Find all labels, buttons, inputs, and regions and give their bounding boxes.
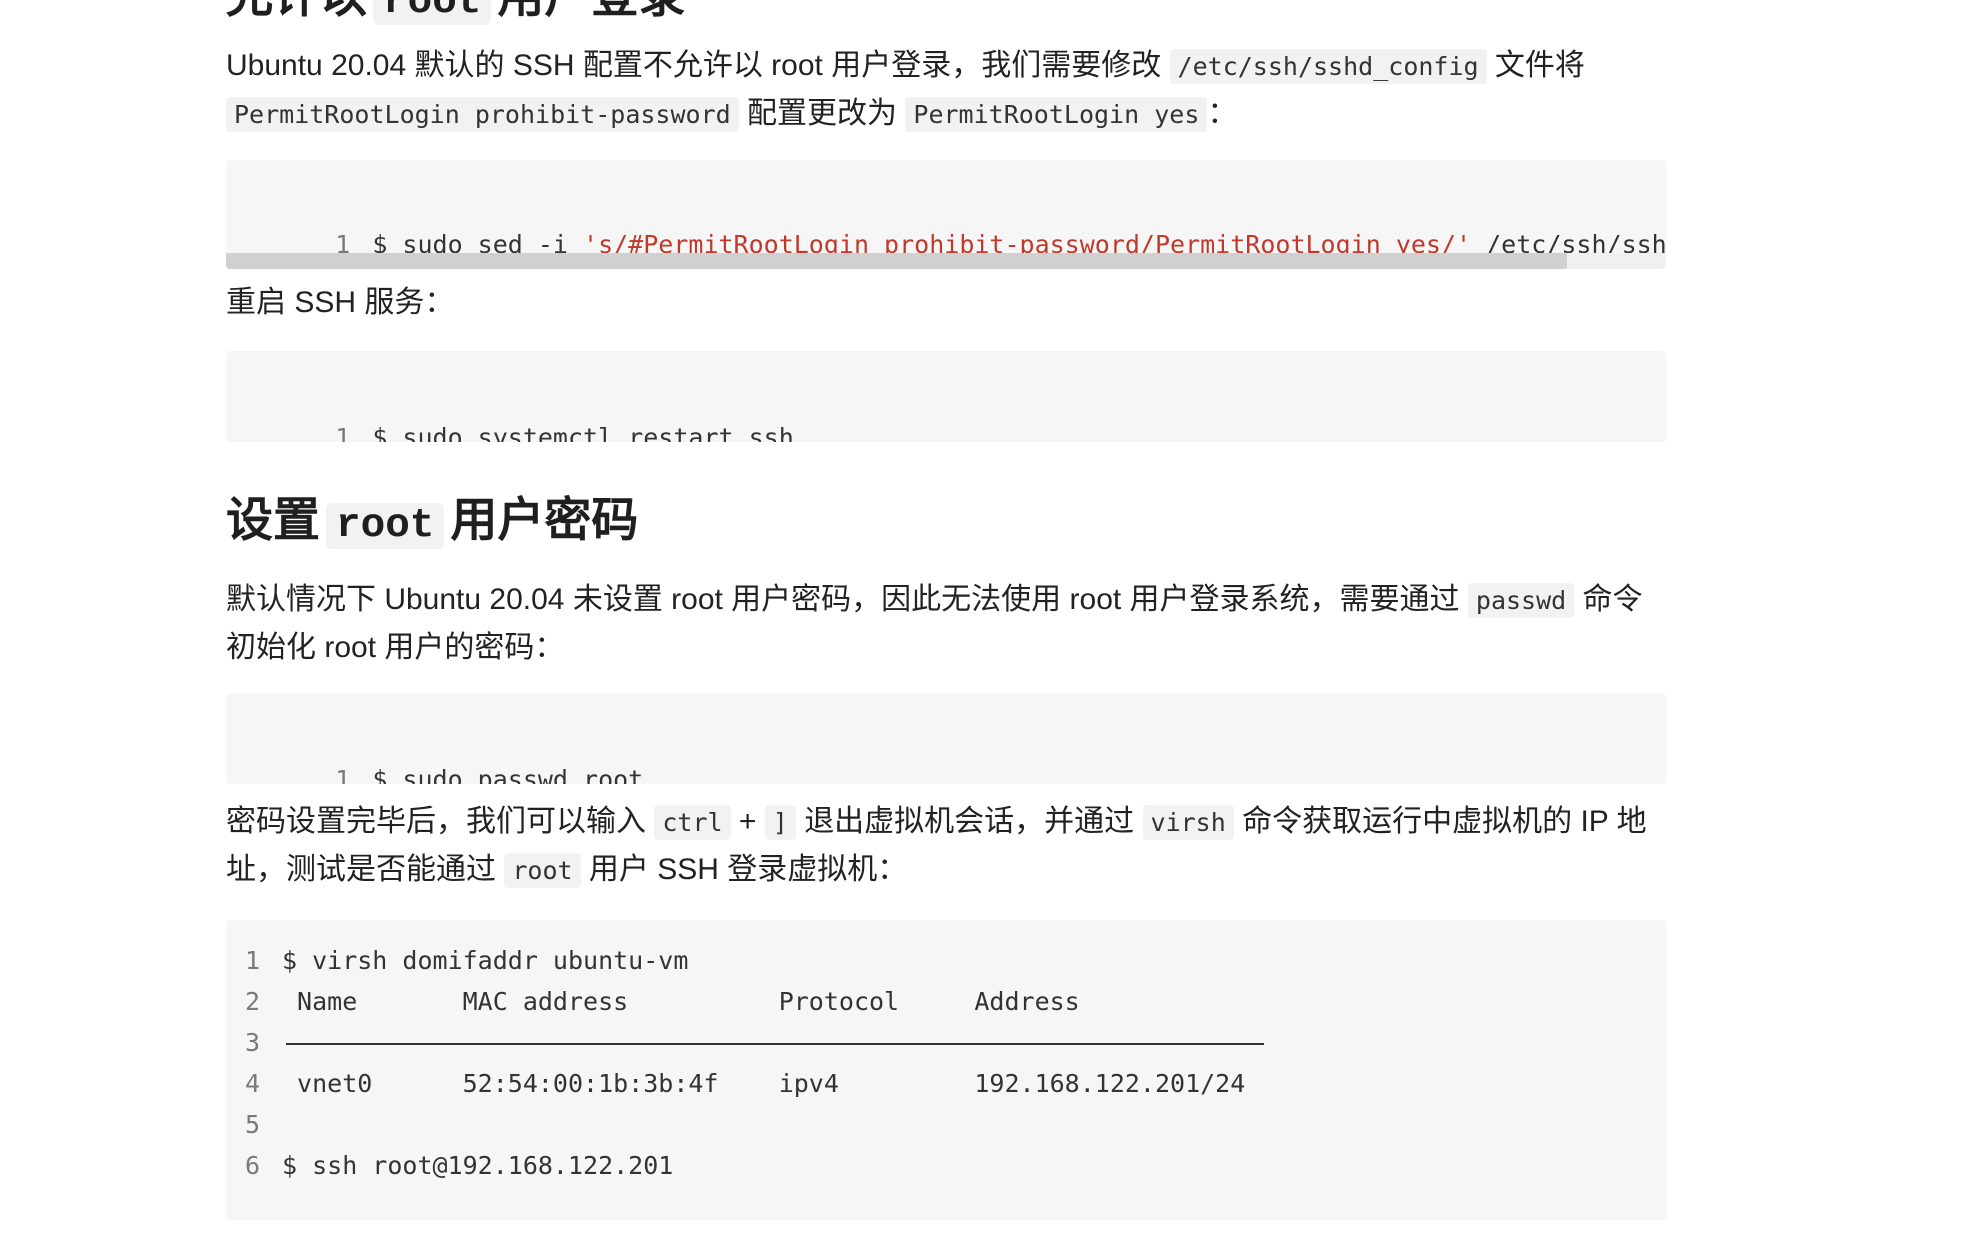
line-number: 1 — [244, 946, 260, 975]
line-number: 1 — [335, 765, 351, 784]
paragraph-text: 重启 SSH 服务： — [226, 286, 455, 319]
paragraph-restart-ssh: 重启 SSH 服务： — [226, 279, 1666, 326]
code-line: 1 $ sudo sed -i 's/#PermitRootLogin prohi… — [226, 183, 1666, 259]
heading-text: 用户登录 — [497, 0, 685, 24]
line-number: 6 — [244, 1151, 260, 1180]
paragraph-text: 密码设置完毕后，我们可以输入 — [226, 805, 646, 838]
paragraph-passwd: 默认情况下 Ubuntu 20.04 未设置 root 用户密码，因此无法使用 … — [226, 576, 1666, 671]
code-block-virsh[interactable]: 1 $ virsh domifaddr ubuntu-vm 2 Name MAC … — [226, 920, 1666, 1220]
code-line: 4 vnet0 52:54:00:1b:3b:4f ipv4 192.168.1… — [226, 1063, 1264, 1104]
inline-code-root: root — [504, 853, 581, 888]
inline-code-permit-yes: PermitRootLogin yes — [905, 97, 1208, 132]
paragraph-text: 默认情况下 Ubuntu 20.04 未设置 root 用户密码，因此无法使用 … — [226, 583, 1460, 616]
line-number: 3 — [244, 1028, 260, 1057]
inline-code-sshd-config-path: /etc/ssh/sshd_config — [1169, 49, 1487, 84]
code-command: $ sudo passwd root — [372, 765, 644, 784]
heading-text: 用户密码 — [450, 493, 639, 548]
paragraph-sshd-config: Ubuntu 20.04 默认的 SSH 配置不允许以 root 用户登录，我们… — [226, 42, 1666, 138]
horizontal-scrollbar[interactable] — [226, 253, 1666, 269]
section-heading-root-login: 允许以root用户登录 — [226, 0, 1666, 30]
code-command: $ sudo systemctl restart ssh — [372, 423, 794, 442]
code-line: 3 — [226, 1022, 1264, 1063]
heading-text: 设置 — [226, 493, 320, 548]
code-command: $ virsh domifaddr ubuntu-vm — [282, 946, 689, 975]
scrollbar-thumb[interactable] — [226, 253, 1567, 269]
paragraph-text: Ubuntu 20.04 默认的 SSH 配置不允许以 root 用户登录，我们… — [226, 49, 1162, 82]
line-number: 4 — [244, 1069, 260, 1098]
code-output: Name MAC address Protocol Address — [282, 987, 1080, 1016]
paragraph-text: + — [738, 805, 757, 838]
code-output: vnet0 52:54:00:1b:3b:4f ipv4 192.168.122… — [282, 1069, 1246, 1098]
paragraph-exit-session: 密码设置完毕后，我们可以输入 ctrl + ] 退出虚拟机会话，并通过 virs… — [226, 798, 1666, 894]
code-line: 5 — [226, 1104, 1264, 1145]
article-content: 允许以root用户登录 Ubuntu 20.04 默认的 SSH 配置不允许以 … — [226, 0, 1666, 1220]
inline-code-bracket: ] — [764, 805, 796, 840]
code-line: 6 $ ssh root@192.168.122.201 — [226, 1145, 1264, 1186]
table-separator-rule — [286, 1043, 1264, 1045]
code-line: 2 Name MAC address Protocol Address — [226, 981, 1264, 1022]
paragraph-text: 文件将 — [1494, 49, 1585, 82]
paragraph-text: 用户 SSH 登录虚拟机： — [588, 853, 908, 886]
heading-inline-code: root — [373, 0, 492, 25]
heading-inline-code: root — [326, 503, 445, 549]
line-number: 1 — [335, 423, 351, 442]
paragraph-text: ： — [1207, 97, 1238, 130]
code-line: 1 $ sudo systemctl restart ssh — [226, 376, 794, 442]
heading-text: 允许以 — [226, 0, 367, 24]
code-block-passwd[interactable]: 1 $ sudo passwd root — [226, 693, 1666, 784]
section-heading-root-password: 设置 root 用户密码 — [226, 488, 1666, 554]
code-lines: 1 $ virsh domifaddr ubuntu-vm 2 Name MAC … — [226, 940, 1264, 1186]
code-block-sed[interactable]: 1 $ sudo sed -i 's/#PermitRootLogin prohi… — [226, 160, 1666, 269]
inline-code-ctrl: ctrl — [654, 805, 731, 840]
inline-code-prohibit-password: PermitRootLogin prohibit-password — [226, 97, 739, 132]
paragraph-text: 配置更改为 — [747, 97, 898, 130]
line-number: 2 — [244, 987, 260, 1016]
code-command: $ ssh root@192.168.122.201 — [282, 1151, 674, 1180]
inline-code-passwd: passwd — [1467, 583, 1575, 618]
code-line: 1 $ virsh domifaddr ubuntu-vm — [226, 940, 1264, 981]
code-line: 1 $ sudo passwd root — [226, 718, 643, 784]
code-block-restart[interactable]: 1 $ sudo systemctl restart ssh — [226, 351, 1666, 442]
inline-code-virsh: virsh — [1142, 805, 1234, 840]
line-number: 5 — [244, 1110, 260, 1139]
paragraph-text: 退出虚拟机会话，并通过 — [804, 805, 1135, 838]
